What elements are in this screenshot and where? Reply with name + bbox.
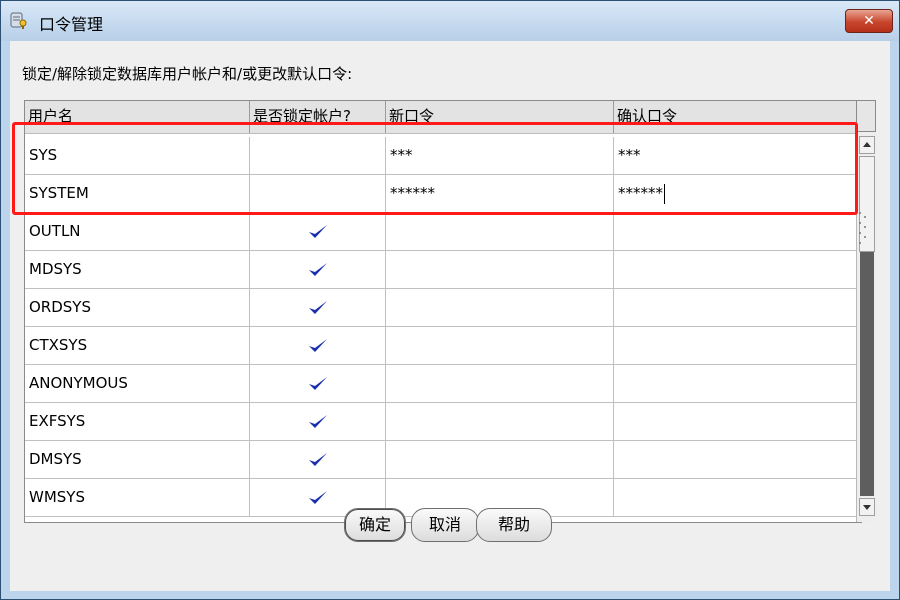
password-management-dialog: 口令管理 ✕ 锁定/解除锁定数据库用户帐户和/或更改默认口令: 用户名 是否锁定…	[0, 0, 900, 600]
checkmark-icon	[308, 490, 327, 504]
checkmark-icon	[308, 376, 327, 390]
close-button[interactable]: ✕	[845, 9, 893, 33]
checkmark-icon	[308, 452, 327, 466]
lock-account-checkbox[interactable]	[250, 213, 386, 250]
table-row[interactable]: DMSYS	[25, 441, 861, 479]
lock-account-checkbox[interactable]	[250, 365, 386, 402]
scrollbar-track[interactable]	[860, 252, 874, 496]
username-cell: ANONYMOUS	[25, 365, 250, 402]
confirm-password-field[interactable]	[614, 327, 861, 364]
username-cell: SYS	[25, 137, 250, 174]
confirm-password-field[interactable]	[614, 365, 861, 402]
column-header-confirm-password[interactable]: 确认口令	[614, 101, 861, 133]
text-caret	[664, 183, 665, 204]
lock-account-checkbox[interactable]	[250, 289, 386, 326]
confirm-password-field[interactable]: ***	[614, 137, 861, 174]
confirm-password-field[interactable]	[614, 479, 861, 516]
chevron-down-icon	[863, 505, 871, 510]
table-row[interactable]: EXFSYS	[25, 403, 861, 441]
ok-button[interactable]: 确定	[344, 508, 406, 542]
checkmark-icon	[308, 262, 327, 276]
chevron-up-icon	[863, 142, 871, 147]
new-password-field[interactable]	[386, 327, 614, 364]
header-corner	[856, 100, 876, 132]
table-row[interactable]: MDSYS	[25, 251, 861, 289]
username-cell: MDSYS	[25, 251, 250, 288]
table-row[interactable]: ORDSYS	[25, 289, 861, 327]
table-row[interactable]: SYS *** ***	[25, 137, 861, 175]
checkmark-icon	[308, 414, 327, 428]
help-button[interactable]: 帮助	[476, 508, 552, 542]
column-header-locked[interactable]: 是否锁定帐户?	[250, 101, 386, 133]
new-password-field[interactable]	[386, 251, 614, 288]
username-cell: SYSTEM	[25, 175, 250, 212]
table-row[interactable]: CTXSYS	[25, 327, 861, 365]
username-cell: ORDSYS	[25, 289, 250, 326]
table-row[interactable]: ANONYMOUS	[25, 365, 861, 403]
window-title: 口令管理	[39, 15, 104, 34]
lock-account-checkbox[interactable]	[250, 441, 386, 478]
new-password-field[interactable]	[386, 403, 614, 440]
table-header: 用户名 是否锁定帐户? 新口令 确认口令	[25, 101, 861, 134]
database-key-icon	[9, 10, 29, 30]
new-password-field[interactable]	[386, 213, 614, 250]
instruction-text: 锁定/解除锁定数据库用户帐户和/或更改默认口令:	[22, 65, 353, 83]
username-cell: EXFSYS	[25, 403, 250, 440]
confirm-password-field[interactable]: ******	[614, 175, 861, 212]
cancel-button[interactable]: 取消	[411, 508, 479, 542]
confirm-password-field[interactable]	[614, 441, 861, 478]
new-password-field[interactable]	[386, 289, 614, 326]
checkmark-icon	[308, 224, 327, 238]
lock-account-checkbox[interactable]	[250, 403, 386, 440]
column-header-new-password[interactable]: 新口令	[386, 101, 614, 133]
table-row[interactable]: OUTLN	[25, 213, 861, 251]
username-cell: CTXSYS	[25, 327, 250, 364]
resize-grip-icon[interactable]	[856, 207, 870, 251]
user-password-table: 用户名 是否锁定帐户? 新口令 确认口令 SYS *** *** SYSTEM …	[24, 100, 862, 523]
title-bar[interactable]: 口令管理 ✕	[1, 1, 899, 41]
lock-account-checkbox[interactable]	[250, 137, 386, 174]
new-password-field[interactable]: ***	[386, 137, 614, 174]
new-password-field[interactable]	[386, 365, 614, 402]
checkmark-icon	[308, 338, 327, 352]
confirm-password-field[interactable]	[614, 403, 861, 440]
confirm-password-value: ******	[618, 184, 663, 202]
lock-account-checkbox[interactable]	[250, 251, 386, 288]
lock-account-checkbox[interactable]	[250, 175, 386, 212]
column-header-username[interactable]: 用户名	[25, 101, 250, 133]
checkmark-icon	[308, 300, 327, 314]
confirm-password-field[interactable]	[614, 251, 861, 288]
lock-account-checkbox[interactable]	[250, 327, 386, 364]
table-row[interactable]: SYSTEM ****** ******	[25, 175, 861, 213]
scroll-up-button[interactable]	[859, 136, 875, 154]
confirm-password-field[interactable]	[614, 289, 861, 326]
confirm-password-field[interactable]	[614, 213, 861, 250]
vertical-scrollbar[interactable]	[856, 132, 877, 522]
new-password-field[interactable]: ******	[386, 175, 614, 212]
username-cell: DMSYS	[25, 441, 250, 478]
username-cell: OUTLN	[25, 213, 250, 250]
close-icon: ✕	[863, 13, 875, 29]
username-cell: WMSYS	[25, 479, 250, 516]
new-password-field[interactable]	[386, 441, 614, 478]
scroll-down-button[interactable]	[859, 498, 875, 516]
